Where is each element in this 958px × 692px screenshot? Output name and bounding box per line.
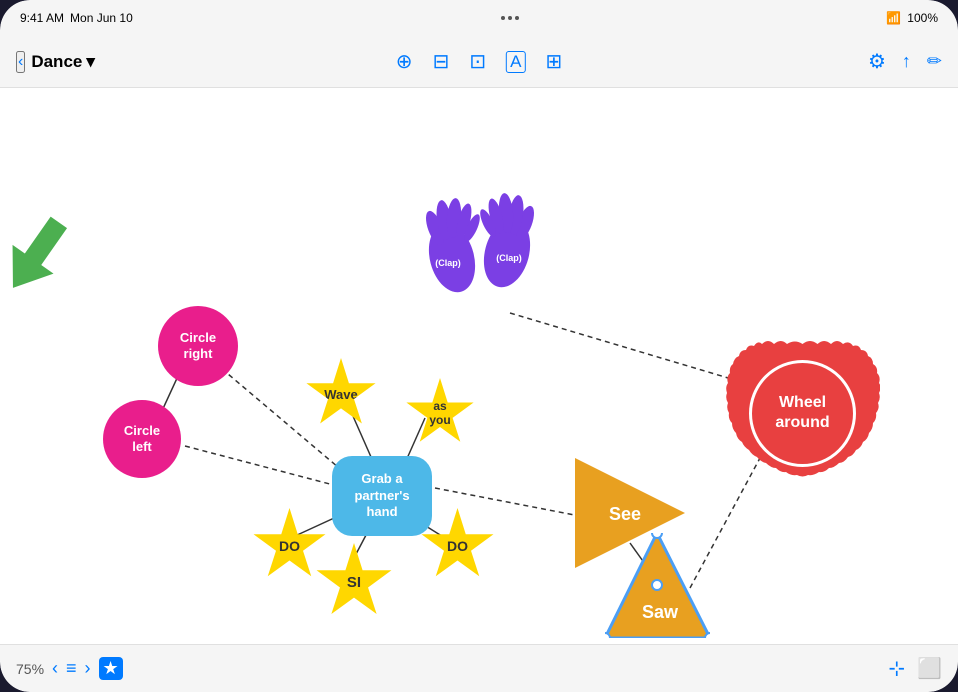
time: 9:41 AM	[20, 11, 64, 25]
toolbar-left: ‹ Dance ▾	[16, 51, 95, 73]
back-chevron: ‹	[18, 53, 23, 71]
as-you-node[interactable]: as you	[405, 378, 475, 448]
media-tool-icon[interactable]: ⊡	[469, 49, 486, 74]
dot1	[501, 16, 505, 20]
wave-label: Wave	[324, 387, 357, 402]
clap-hands-container: (Clap) (Clap)	[415, 188, 545, 308]
nav-controls: ‹ ≡ › ★	[52, 657, 123, 680]
si-label: SI	[347, 574, 361, 591]
svg-text:Saw: Saw	[642, 602, 679, 622]
canvas: Circle right Circle left Wave as you Gra…	[0, 88, 958, 644]
next-button[interactable]: ›	[85, 658, 91, 679]
title-chevron: ▾	[86, 52, 95, 72]
si-node[interactable]: SI	[315, 543, 393, 621]
wifi-icon: 📶	[886, 11, 901, 25]
svg-text:(Clap): (Clap)	[435, 258, 461, 268]
center-node[interactable]: Grab a partner's hand	[332, 456, 432, 536]
table-tool-icon[interactable]: ⊟	[433, 49, 450, 74]
fullscreen-icon[interactable]: ⬜	[917, 656, 942, 681]
toolbar: ‹ Dance ▾ ⊕ ⊟ ⊡ A ⊞ ⚙ ↑ ✏	[0, 36, 958, 88]
share-icon[interactable]: ↑	[902, 51, 911, 72]
list-button[interactable]: ≡	[66, 658, 77, 679]
ipad-frame: 9:41 AM Mon Jun 10 📶 100% ‹ Dance ▾ ⊕ ⊟	[0, 0, 958, 692]
document-title: Dance ▾	[31, 52, 95, 72]
as-you-label: as you	[429, 399, 450, 428]
wave-node[interactable]: Wave	[305, 358, 377, 430]
toolbar-center: ⊕ ⊟ ⊡ A ⊞	[396, 49, 562, 74]
svg-text:See: See	[609, 504, 641, 524]
status-left: 9:41 AM Mon Jun 10	[20, 11, 133, 25]
svg-text:(Clap): (Clap)	[496, 253, 522, 263]
do1-label: DO	[279, 538, 300, 554]
status-center	[501, 16, 519, 20]
toolbar-right: ⚙ ↑ ✏	[868, 49, 942, 74]
bottom-right-controls: ⊹ ⬜	[888, 656, 942, 681]
text-tool-icon[interactable]: A	[506, 51, 525, 73]
circle-left-node[interactable]: Circle left	[103, 400, 181, 478]
star-button[interactable]: ★	[99, 657, 123, 680]
shape-tool-icon[interactable]: ⊕	[396, 49, 413, 74]
image-tool-icon[interactable]: ⊞	[545, 49, 562, 74]
prev-button[interactable]: ‹	[52, 658, 58, 679]
dot3	[515, 16, 519, 20]
dot2	[508, 16, 512, 20]
circle-right-label: Circle right	[180, 330, 216, 361]
distribute-icon[interactable]: ⊹	[888, 656, 905, 681]
circle-right-node[interactable]: Circle right	[158, 306, 238, 386]
svg-text:Wheel: Wheel	[779, 394, 826, 411]
do1-node[interactable]: DO	[252, 508, 327, 583]
svg-text:around: around	[775, 414, 829, 431]
status-bar: 9:41 AM Mon Jun 10 📶 100%	[0, 0, 958, 36]
back-button[interactable]: ‹	[16, 51, 25, 73]
center-label: Grab a partner's hand	[354, 471, 409, 522]
circle-left-label: Circle left	[124, 423, 160, 454]
date: Mon Jun 10	[70, 11, 133, 25]
battery-level: 100%	[907, 11, 938, 25]
zoom-level: 75%	[16, 661, 44, 677]
do2-label: DO	[447, 538, 468, 554]
edit-icon[interactable]: ✏	[927, 51, 942, 72]
bottom-bar: 75% ‹ ≡ › ★ ⊹ ⬜	[0, 644, 958, 692]
saw-node[interactable]: Saw	[605, 533, 710, 638]
wheel-around-node[interactable]: Wheel around	[725, 336, 880, 491]
status-right: 📶 100%	[886, 11, 938, 25]
settings-icon[interactable]: ⚙	[868, 49, 886, 74]
